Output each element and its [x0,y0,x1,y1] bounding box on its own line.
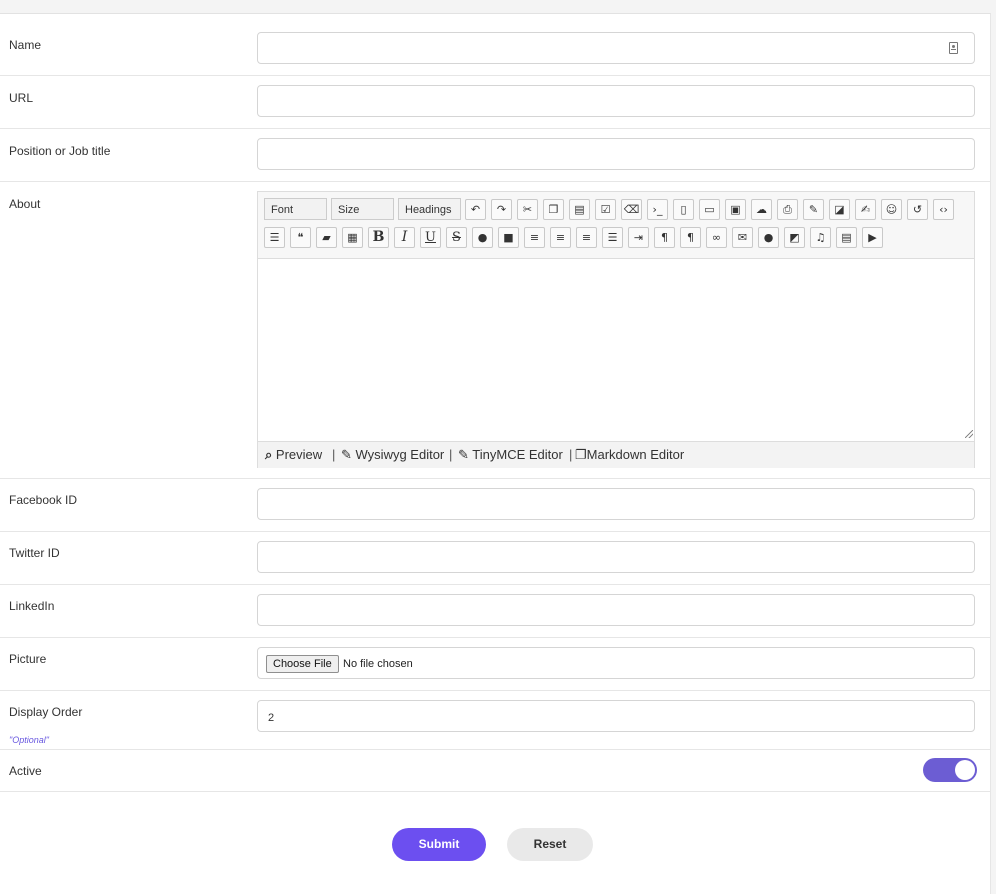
editor-content-area[interactable] [258,258,974,439]
url-input[interactable] [257,85,975,117]
rectangle-icon[interactable]: ▭ [699,199,720,220]
about-label: About [9,197,41,211]
display-order-input[interactable]: 2 [257,700,975,732]
tinymce-editor-link[interactable]: ✎ TinyMCE Editor [458,447,563,463]
paragraph-rtl-icon[interactable]: ¶ [680,227,701,248]
active-label: Active [9,764,42,778]
edit-icon: ✎ [458,447,469,462]
quote-icon[interactable]: ❝ [290,227,311,248]
print-icon[interactable]: ⎙ [777,199,798,220]
strike-icon[interactable]: S [446,227,467,248]
name-label: Name [9,38,42,52]
envelope-icon[interactable]: ✉ [732,227,753,248]
search-icon: ⌕ [265,447,273,462]
facebook-row: Facebook ID [0,478,990,532]
picture-file-input: Choose File No file chosen [257,647,975,679]
linkedin-label: LinkedIn [9,599,55,613]
comment-icon[interactable]: ● [758,227,779,248]
align-center-icon[interactable]: ≡ [550,227,571,248]
twitter-label: Twitter ID [9,546,60,560]
preview-link[interactable]: ⌕ Preview [265,447,322,463]
copy-icon[interactable]: ❐ [543,199,564,220]
eraser-icon[interactable]: ⌫ [621,199,642,220]
paste-icon[interactable]: ▤ [569,199,590,220]
twitter-input[interactable] [257,541,975,573]
palette-icon[interactable]: ● [472,227,493,248]
about-row: About Font Size Headings ↶ ↷ ✂ ❐ ▤ ☑ ⌫ ›… [0,181,990,479]
terminal-icon[interactable]: ›_ [647,199,668,220]
display-order-label: Display Order [9,705,83,719]
name-input[interactable] [257,32,975,64]
undo-icon[interactable]: ↶ [465,199,486,220]
external-link-icon[interactable]: ◩ [784,227,805,248]
underline-icon[interactable]: U [420,227,441,248]
list-icon[interactable]: ☰ [264,227,285,248]
youtube-icon[interactable]: ▶ [862,227,883,248]
wysiwyg-editor-link[interactable]: ✎ Wysiwyg Editor [341,447,444,463]
linkedin-input[interactable] [257,594,975,626]
fill-icon[interactable]: ■ [498,227,519,248]
bold-icon[interactable]: B [368,227,389,248]
justify-icon[interactable]: ☰ [602,227,623,248]
redo-icon[interactable]: ↷ [491,199,512,220]
editor-mode-bar: ⌕ Preview | ✎ Wysiwyg Editor | ✎ TinyMCE… [258,441,974,468]
reset-button[interactable]: Reset [507,828,593,861]
file-status: No file chosen [343,658,413,670]
facebook-label: Facebook ID [9,493,78,507]
code-icon[interactable]: ‹› [933,199,954,220]
select-all-icon[interactable]: ☑ [595,199,616,220]
smile-icon[interactable]: ☺ [881,199,902,220]
rich-text-editor: Font Size Headings ↶ ↷ ✂ ❐ ▤ ☑ ⌫ ›_ ▯ ▭ … [257,191,975,468]
choose-file-button[interactable]: Choose File [266,655,339,673]
contact-card-icon[interactable] [949,42,958,54]
separator: | [332,447,336,462]
position-row: Position or Job title [0,128,990,182]
align-left-icon[interactable]: ≡ [576,227,597,248]
music-icon[interactable]: ♫ [810,227,831,248]
paragraph-ltr-icon[interactable]: ¶ [654,227,675,248]
position-input[interactable] [257,138,975,170]
pencil-icon[interactable]: ✎ [803,199,824,220]
separator: | [449,447,453,462]
qrcode-icon[interactable]: ▦ [342,227,363,248]
indent-icon[interactable]: ⇥ [628,227,649,248]
url-label: URL [9,91,34,105]
twitter-row: Twitter ID [0,531,990,585]
upload-icon[interactable]: ☁ [751,199,772,220]
linkedin-row: LinkedIn [0,584,990,638]
align-right-icon[interactable]: ≡ [524,227,545,248]
editor-toolbar: Font Size Headings ↶ ↷ ✂ ❐ ▤ ☑ ⌫ ›_ ▯ ▭ … [258,192,974,259]
cut-icon[interactable]: ✂ [517,199,538,220]
name-row: Name [0,14,990,76]
picture-row: Picture Choose File No file chosen [0,637,990,691]
link-icon[interactable]: ∞ [706,227,727,248]
document-icon[interactable]: ▯ [673,199,694,220]
separator: | [569,447,573,462]
markdown-editor-link[interactable]: ❐Markdown Editor [575,447,684,463]
url-row: URL [0,75,990,129]
active-row: Active [0,749,990,792]
display-order-row: Display Order "Optional" 2 [0,690,990,750]
edit-box-icon[interactable]: ✍ [855,199,876,220]
font-select[interactable]: Font [264,198,327,220]
edit-icon[interactable]: ◪ [829,199,850,220]
windows-icon: ❐ [575,447,587,462]
edit-icon: ✎ [341,447,352,462]
film-icon[interactable]: ▤ [836,227,857,248]
toggle-knob [955,760,975,780]
position-label: Position or Job title [9,144,111,158]
facebook-input[interactable] [257,488,975,520]
active-toggle[interactable] [923,758,977,782]
display-order-value: 2 [268,712,275,724]
resize-grip-icon[interactable] [965,430,973,438]
submit-button[interactable]: Submit [392,828,486,861]
italic-icon[interactable]: I [394,227,415,248]
headings-select[interactable]: Headings [398,198,461,220]
history-icon[interactable]: ↺ [907,199,928,220]
size-select[interactable]: Size [331,198,394,220]
image-icon[interactable]: ▣ [725,199,746,220]
picture-label: Picture [9,652,47,666]
optional-note: "Optional" [9,735,49,745]
folder-icon[interactable]: ▰ [316,227,337,248]
